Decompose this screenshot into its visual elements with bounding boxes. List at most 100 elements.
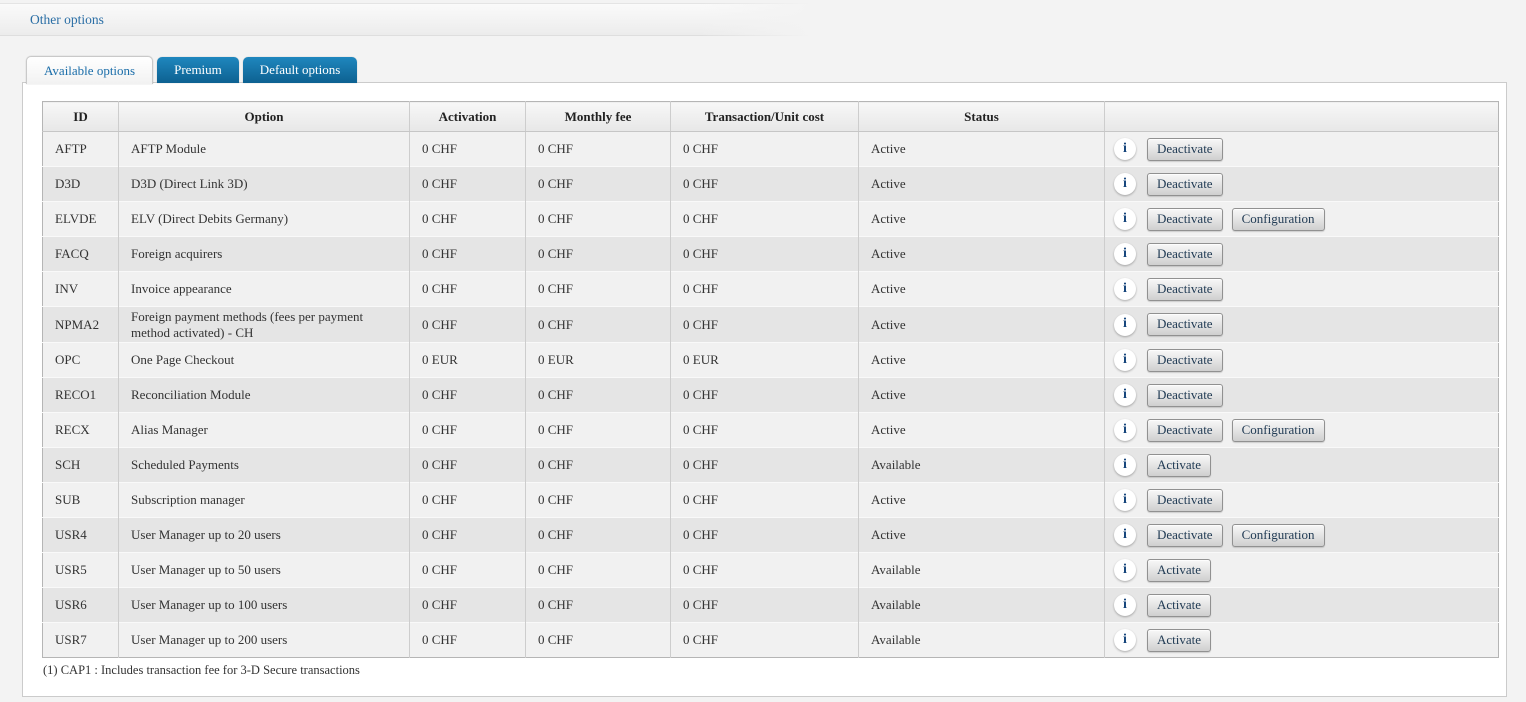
activate-button[interactable]: Activate [1147, 594, 1211, 617]
deactivate-button[interactable]: Deactivate [1147, 384, 1223, 407]
info-icon[interactable]: i [1114, 278, 1136, 300]
header-fade [700, 3, 830, 38]
table-header-row: IDOptionActivationMonthly feeTransaction… [43, 102, 1499, 132]
row-monthly-fee-cell: 0 CHF [526, 623, 671, 658]
deactivate-button[interactable]: Deactivate [1147, 313, 1223, 336]
row-transaction-cost-cell: 0 CHF [671, 202, 859, 237]
table-row: SUB Subscription manager 0 CHF 0 CHF 0 C… [43, 483, 1499, 518]
row-activation-cell: 0 EUR [410, 343, 526, 378]
actions-group: i Deactivate [1114, 349, 1494, 372]
actions-group: i Deactivate [1114, 138, 1494, 161]
info-icon[interactable]: i [1114, 384, 1136, 406]
row-actions-cell: i Deactivate [1105, 343, 1499, 378]
row-activation-cell: 0 CHF [410, 553, 526, 588]
actions-group: i Activate [1114, 454, 1494, 477]
deactivate-button[interactable]: Deactivate [1147, 138, 1223, 161]
row-status-cell: Available [859, 623, 1105, 658]
row-option-cell: User Manager up to 100 users [119, 588, 410, 623]
deactivate-button[interactable]: Deactivate [1147, 489, 1223, 512]
deactivate-button[interactable]: Deactivate [1147, 208, 1223, 231]
row-monthly-fee-cell: 0 CHF [526, 132, 671, 167]
actions-group: i Deactivate [1114, 243, 1494, 266]
activate-button[interactable]: Activate [1147, 559, 1211, 582]
footnote: (1) CAP1 : Includes transaction fee for … [43, 663, 360, 678]
info-icon[interactable]: i [1114, 138, 1136, 160]
info-icon[interactable]: i [1114, 243, 1136, 265]
configuration-button[interactable]: Configuration [1232, 419, 1325, 442]
column-header-monthly-fee: Monthly fee [526, 102, 671, 132]
row-status-cell: Available [859, 588, 1105, 623]
column-header-actions [1105, 102, 1499, 132]
actions-group: i Activate [1114, 594, 1494, 617]
actions-group: i Deactivate [1114, 384, 1494, 407]
table-row: NPMA2 Foreign payment methods (fees per … [43, 307, 1499, 343]
row-option-cell: Reconciliation Module [119, 378, 410, 413]
configuration-button[interactable]: Configuration [1232, 208, 1325, 231]
row-status-cell: Active [859, 272, 1105, 307]
row-actions-cell: i Deactivate Configuration [1105, 202, 1499, 237]
row-monthly-fee-cell: 0 CHF [526, 237, 671, 272]
activate-button[interactable]: Activate [1147, 629, 1211, 652]
row-status-cell: Available [859, 553, 1105, 588]
table-row: FACQ Foreign acquirers 0 CHF 0 CHF 0 CHF… [43, 237, 1499, 272]
page-title: Other options [30, 12, 104, 28]
info-icon[interactable]: i [1114, 489, 1136, 511]
column-header-activation: Activation [410, 102, 526, 132]
row-actions-cell: i Deactivate [1105, 237, 1499, 272]
info-icon[interactable]: i [1114, 629, 1136, 651]
info-icon[interactable]: i [1114, 454, 1136, 476]
actions-group: i Deactivate [1114, 278, 1494, 301]
info-icon[interactable]: i [1114, 559, 1136, 581]
row-activation-cell: 0 CHF [410, 518, 526, 553]
row-option-cell: Subscription manager [119, 483, 410, 518]
row-activation-cell: 0 CHF [410, 588, 526, 623]
deactivate-button[interactable]: Deactivate [1147, 524, 1223, 547]
content-panel: IDOptionActivationMonthly feeTransaction… [22, 82, 1507, 697]
row-transaction-cost-cell: 0 CHF [671, 132, 859, 167]
row-transaction-cost-cell: 0 CHF [671, 272, 859, 307]
row-actions-cell: i Deactivate [1105, 378, 1499, 413]
deactivate-button[interactable]: Deactivate [1147, 243, 1223, 266]
tab-available-options[interactable]: Available options [26, 56, 153, 84]
row-actions-cell: i Deactivate Configuration [1105, 518, 1499, 553]
info-icon[interactable]: i [1114, 349, 1136, 371]
row-activation-cell: 0 CHF [410, 623, 526, 658]
table-row: USR4 User Manager up to 20 users 0 CHF 0… [43, 518, 1499, 553]
row-status-cell: Active [859, 167, 1105, 202]
row-transaction-cost-cell: 0 CHF [671, 588, 859, 623]
row-status-cell: Active [859, 343, 1105, 378]
row-status-cell: Active [859, 518, 1105, 553]
info-icon[interactable]: i [1114, 594, 1136, 616]
actions-group: i Activate [1114, 629, 1494, 652]
tab-premium[interactable]: Premium [157, 57, 239, 83]
deactivate-button[interactable]: Deactivate [1147, 173, 1223, 196]
column-header-transaction-unit-cost: Transaction/Unit cost [671, 102, 859, 132]
table-row: USR7 User Manager up to 200 users 0 CHF … [43, 623, 1499, 658]
row-monthly-fee-cell: 0 CHF [526, 518, 671, 553]
row-transaction-cost-cell: 0 CHF [671, 518, 859, 553]
row-id-cell: RECX [43, 413, 119, 448]
info-icon[interactable]: i [1114, 524, 1136, 546]
configuration-button[interactable]: Configuration [1232, 524, 1325, 547]
info-icon[interactable]: i [1114, 208, 1136, 230]
info-icon[interactable]: i [1114, 419, 1136, 441]
tab-label: Premium [174, 62, 222, 78]
info-icon[interactable]: i [1114, 314, 1136, 336]
column-header-id: ID [43, 102, 119, 132]
row-actions-cell: i Activate [1105, 448, 1499, 483]
row-monthly-fee-cell: 0 CHF [526, 272, 671, 307]
deactivate-button[interactable]: Deactivate [1147, 419, 1223, 442]
row-status-cell: Active [859, 307, 1105, 343]
row-option-cell: User Manager up to 50 users [119, 553, 410, 588]
deactivate-button[interactable]: Deactivate [1147, 278, 1223, 301]
row-transaction-cost-cell: 0 CHF [671, 237, 859, 272]
row-option-cell: ELV (Direct Debits Germany) [119, 202, 410, 237]
row-activation-cell: 0 CHF [410, 272, 526, 307]
deactivate-button[interactable]: Deactivate [1147, 349, 1223, 372]
tab-default-options[interactable]: Default options [243, 57, 358, 83]
activate-button[interactable]: Activate [1147, 454, 1211, 477]
row-status-cell: Active [859, 132, 1105, 167]
row-monthly-fee-cell: 0 CHF [526, 448, 671, 483]
row-id-cell: RECO1 [43, 378, 119, 413]
info-icon[interactable]: i [1114, 173, 1136, 195]
